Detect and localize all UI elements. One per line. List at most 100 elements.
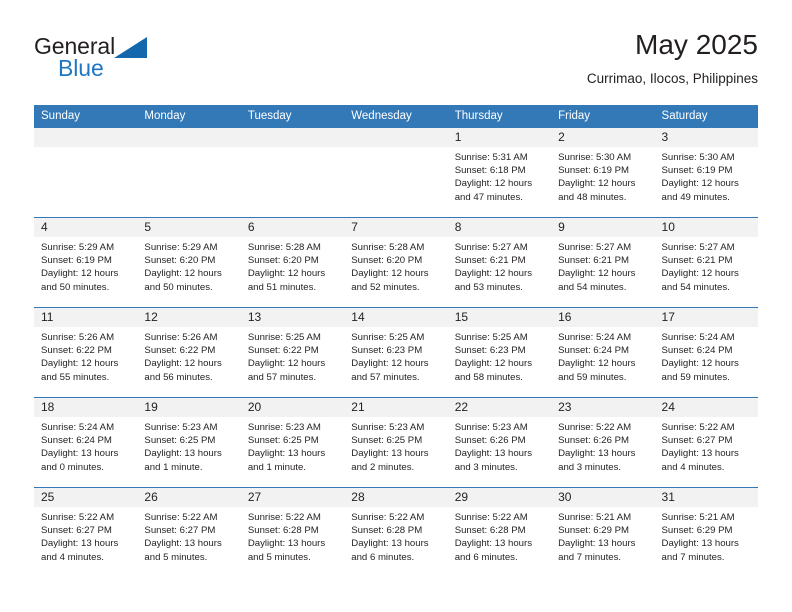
calendar-day-cell[interactable]: 11 Sunrise: 5:26 AM Sunset: 6:22 PM Dayligh… <box>34 307 138 398</box>
calendar-day-cell[interactable]: 3 Sunrise: 5:30 AM Sunset: 6:19 PM Daylight… <box>654 128 758 218</box>
calendar-day-cell[interactable]: 30 Sunrise: 5:21 AM Sunset: 6:29 PM Dayligh… <box>551 487 655 577</box>
calendar-day-cell[interactable]: 12 Sunrise: 5:26 AM Sunset: 6:22 PM Dayligh… <box>137 307 241 398</box>
weekday-header-monday: Monday <box>137 105 241 128</box>
day-detail-sunset: Sunset: 6:21 PM <box>454 255 526 267</box>
calendar-day-cell[interactable]: 28 Sunrise: 5:22 AM Sunset: 6:28 PM Dayligh… <box>344 487 448 577</box>
day-number <box>344 128 448 147</box>
day-detail-sunset: Sunset: 6:21 PM <box>558 255 630 267</box>
day-details: Sunrise: 5:30 AM Sunset: 6:19 PM Daylight:… <box>551 147 654 204</box>
day-detail-daylight2: and 57 minutes. <box>247 371 317 383</box>
day-detail-sunset: Sunset: 6:19 PM <box>558 165 630 177</box>
calendar-table: Sunday Monday Tuesday Wednesday Thursday… <box>34 105 758 577</box>
day-detail-daylight1: Daylight: 12 hours <box>41 358 119 370</box>
calendar-day-cell[interactable]: 6 Sunrise: 5:28 AM Sunset: 6:20 PM Daylight… <box>240 217 345 308</box>
calendar-day-cell[interactable]: 5 Sunrise: 5:29 AM Sunset: 6:20 PM Daylight… <box>137 217 241 308</box>
day-detail-sunset: Sunset: 6:25 PM <box>247 435 319 447</box>
day-detail-daylight1: Daylight: 13 hours <box>454 538 533 550</box>
day-detail-sunrise: Sunrise: 5:23 AM <box>247 422 321 433</box>
day-detail-daylight1: Daylight: 13 hours <box>351 538 429 550</box>
day-number: 12 <box>137 308 241 327</box>
calendar-day-cell[interactable]: 27 Sunrise: 5:22 AM Sunset: 6:28 PM Dayligh… <box>240 487 345 577</box>
day-detail-sunrise: Sunrise: 5:22 AM <box>558 422 632 433</box>
calendar-day-cell[interactable]: 8 Sunrise: 5:27 AM Sunset: 6:21 PM Daylight… <box>447 217 552 308</box>
calendar-day-cell[interactable]: 16 Sunrise: 5:24 AM Sunset: 6:24 PM Dayligh… <box>551 307 655 398</box>
calendar-day-cell[interactable]: 7 Sunrise: 5:28 AM Sunset: 6:20 PM Daylight… <box>344 217 448 308</box>
day-detail-sunset: Sunset: 6:24 PM <box>558 345 630 357</box>
title-block: May 2025 Currimao, Ilocos, Philippines <box>587 28 758 89</box>
day-detail-sunrise: Sunrise: 5:23 AM <box>351 422 425 433</box>
day-detail-daylight2: and 54 minutes. <box>661 281 730 293</box>
day-detail-daylight2: and 58 minutes. <box>454 371 523 383</box>
calendar-week-row: 1 Sunrise: 5:31 AM Sunset: 6:18 PM Daylight… <box>34 128 758 218</box>
weekday-header-wednesday: Wednesday <box>344 105 448 128</box>
day-detail-daylight2: and 6 minutes. <box>351 551 415 563</box>
day-number <box>137 128 241 147</box>
calendar-day-cell[interactable]: 19 Sunrise: 5:23 AM Sunset: 6:25 PM Dayligh… <box>137 397 241 488</box>
day-details: Sunrise: 5:22 AM Sunset: 6:27 PM Daylight:… <box>34 507 137 564</box>
day-details: Sunrise: 5:22 AM Sunset: 6:28 PM Daylight:… <box>241 507 344 564</box>
calendar-day-cell[interactable]: 15 Sunrise: 5:25 AM Sunset: 6:23 PM Dayligh… <box>447 307 552 398</box>
calendar-day-cell[interactable]: 25 Sunrise: 5:22 AM Sunset: 6:27 PM Dayligh… <box>34 487 138 577</box>
day-detail-sunrise: Sunrise: 5:27 AM <box>661 242 735 253</box>
day-number: 4 <box>34 218 138 237</box>
calendar-page: General Blue May 2025 Currimao, Ilocos, … <box>0 0 792 612</box>
day-details: Sunrise: 5:29 AM Sunset: 6:19 PM Daylight:… <box>34 237 137 294</box>
page-title: May 2025 <box>635 29 758 60</box>
day-detail-sunrise: Sunrise: 5:27 AM <box>558 242 632 253</box>
calendar-day-cell[interactable]: 22 Sunrise: 5:23 AM Sunset: 6:26 PM Dayligh… <box>447 397 552 488</box>
day-detail-daylight2: and 59 minutes. <box>558 371 627 383</box>
weekday-header-friday: Friday <box>551 105 655 128</box>
calendar-day-cell[interactable]: 31 Sunrise: 5:21 AM Sunset: 6:29 PM Dayligh… <box>654 487 758 577</box>
calendar-day-cell[interactable]: 4 Sunrise: 5:29 AM Sunset: 6:19 PM Daylight… <box>34 217 138 308</box>
calendar-day-cell[interactable]: 21 Sunrise: 5:23 AM Sunset: 6:25 PM Dayligh… <box>344 397 448 488</box>
calendar-cell-empty <box>137 128 241 218</box>
day-detail-daylight1: Daylight: 13 hours <box>661 538 739 550</box>
calendar-day-cell[interactable]: 20 Sunrise: 5:23 AM Sunset: 6:25 PM Dayligh… <box>240 397 345 488</box>
calendar-week-row: 18 Sunrise: 5:24 AM Sunset: 6:24 PM Dayligh… <box>34 397 758 488</box>
calendar-day-cell[interactable]: 2 Sunrise: 5:30 AM Sunset: 6:19 PM Daylight… <box>551 128 655 218</box>
day-detail-daylight2: and 55 minutes. <box>41 371 110 383</box>
day-detail-daylight1: Daylight: 12 hours <box>661 358 739 370</box>
day-details: Sunrise: 5:22 AM Sunset: 6:27 PM Daylight:… <box>655 417 758 474</box>
day-detail-daylight1: Daylight: 12 hours <box>454 268 533 280</box>
calendar-body: 1 Sunrise: 5:31 AM Sunset: 6:18 PM Daylight… <box>34 128 758 577</box>
day-detail-sunrise: Sunrise: 5:22 AM <box>351 512 425 523</box>
calendar-day-cell[interactable]: 24 Sunrise: 5:22 AM Sunset: 6:27 PM Dayligh… <box>654 397 758 488</box>
day-details: Sunrise: 5:25 AM Sunset: 6:23 PM Daylight:… <box>344 327 447 384</box>
calendar-day-cell[interactable]: 29 Sunrise: 5:22 AM Sunset: 6:28 PM Dayligh… <box>447 487 552 577</box>
day-detail-daylight1: Daylight: 12 hours <box>454 358 533 370</box>
calendar-day-cell[interactable]: 26 Sunrise: 5:22 AM Sunset: 6:27 PM Dayligh… <box>137 487 241 577</box>
day-detail-daylight2: and 6 minutes. <box>454 551 518 563</box>
calendar-day-cell[interactable]: 10 Sunrise: 5:27 AM Sunset: 6:21 PM Dayligh… <box>654 217 758 308</box>
day-detail-daylight2: and 1 minute. <box>144 461 203 473</box>
calendar-day-cell[interactable]: 1 Sunrise: 5:31 AM Sunset: 6:18 PM Daylight… <box>447 128 552 218</box>
logo-text-blue: Blue <box>58 55 104 81</box>
calendar-day-cell[interactable]: 23 Sunrise: 5:22 AM Sunset: 6:26 PM Dayligh… <box>551 397 655 488</box>
day-detail-sunset: Sunset: 6:20 PM <box>247 255 319 267</box>
weekday-header-thursday: Thursday <box>447 105 552 128</box>
day-number: 25 <box>34 488 138 507</box>
day-detail-sunset: Sunset: 6:28 PM <box>454 525 526 537</box>
day-number: 8 <box>447 218 552 237</box>
calendar-day-cell[interactable]: 17 Sunrise: 5:24 AM Sunset: 6:24 PM Dayligh… <box>654 307 758 398</box>
day-details: Sunrise: 5:23 AM Sunset: 6:25 PM Daylight:… <box>344 417 447 474</box>
calendar-day-cell[interactable]: 18 Sunrise: 5:24 AM Sunset: 6:24 PM Dayligh… <box>34 397 138 488</box>
day-detail-sunrise: Sunrise: 5:24 AM <box>41 422 115 433</box>
day-detail-sunrise: Sunrise: 5:25 AM <box>351 332 425 343</box>
day-number: 5 <box>137 218 241 237</box>
calendar-week-row: 4 Sunrise: 5:29 AM Sunset: 6:19 PM Daylight… <box>34 217 758 308</box>
day-number: 23 <box>551 398 655 417</box>
day-detail-daylight2: and 54 minutes. <box>558 281 627 293</box>
day-detail-daylight2: and 5 minutes. <box>144 551 208 563</box>
weekday-header-sunday: Sunday <box>34 105 138 128</box>
general-blue-logo[interactable]: General Blue <box>34 34 244 90</box>
day-detail-sunrise: Sunrise: 5:23 AM <box>144 422 218 433</box>
day-number: 29 <box>447 488 552 507</box>
calendar-day-cell[interactable]: 13 Sunrise: 5:25 AM Sunset: 6:22 PM Dayligh… <box>240 307 345 398</box>
day-detail-sunset: Sunset: 6:19 PM <box>661 165 733 177</box>
calendar-day-cell[interactable]: 9 Sunrise: 5:27 AM Sunset: 6:21 PM Daylight… <box>551 217 655 308</box>
day-number: 11 <box>34 308 138 327</box>
day-detail-sunset: Sunset: 6:22 PM <box>144 345 216 357</box>
day-detail-sunset: Sunset: 6:27 PM <box>661 435 733 447</box>
calendar-day-cell[interactable]: 14 Sunrise: 5:25 AM Sunset: 6:23 PM Dayligh… <box>344 307 448 398</box>
